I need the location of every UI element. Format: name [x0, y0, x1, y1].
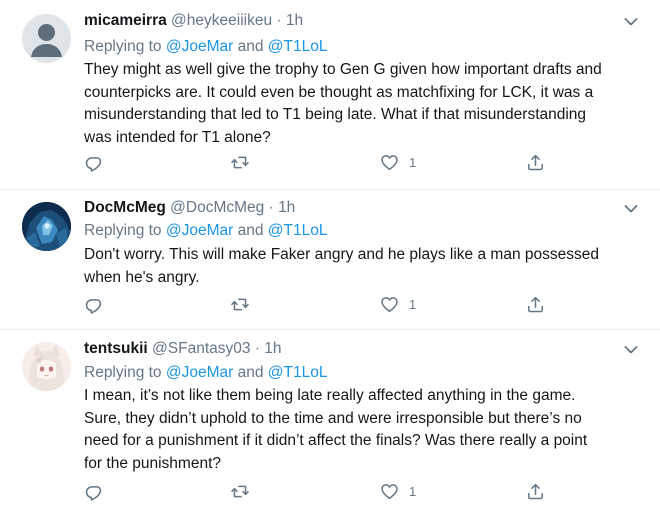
mention-link[interactable]: @JoeMar — [166, 364, 233, 381]
timestamp[interactable]: 1h — [286, 12, 303, 29]
like-button[interactable]: 1 — [380, 153, 416, 172]
tweet-text: They might as well give the trophy to Ge… — [84, 59, 644, 149]
and-text: and — [237, 364, 264, 381]
reply-button[interactable] — [84, 482, 103, 501]
retweet-icon — [230, 153, 250, 172]
timestamp[interactable]: 1h — [264, 340, 281, 357]
separator: · — [254, 340, 260, 357]
and-text: and — [237, 222, 264, 239]
default-avatar-icon — [31, 24, 62, 57]
reply-button[interactable] — [84, 295, 103, 314]
avatar[interactable] — [22, 342, 71, 391]
tweet[interactable]: tentsukii @SFantasy03 · 1h Replying to @… — [0, 330, 660, 519]
tweet-text-line: misunderstanding that led to T1 being la… — [84, 106, 587, 123]
handle[interactable]: @SFantasy03 — [152, 340, 250, 357]
chevron-down-icon[interactable] — [624, 17, 638, 27]
separator: · — [276, 12, 282, 29]
chevron-down-icon[interactable] — [624, 345, 638, 355]
separator: · — [268, 199, 274, 216]
reply-button[interactable] — [84, 153, 103, 172]
mention-link[interactable]: @JoeMar — [166, 222, 233, 239]
tweet-text-line: need for a punishment if it didn’t affec… — [84, 432, 588, 449]
avatar-image — [22, 342, 71, 391]
share-button[interactable] — [526, 482, 545, 501]
like-button[interactable]: 1 — [380, 482, 416, 501]
tweet-text: Don't worry. This will make Faker angry … — [84, 244, 644, 289]
timestamp[interactable]: 1h — [278, 199, 295, 216]
tweet-text-line: was intended for T1 alone? — [84, 128, 271, 146]
handle[interactable]: @DocMcMeg — [170, 199, 264, 216]
share-button[interactable] — [526, 295, 545, 314]
like-count: 1 — [409, 297, 417, 312]
retweet-icon — [230, 482, 250, 501]
heart-icon — [380, 295, 399, 314]
heart-icon — [380, 482, 399, 501]
like-count: 1 — [409, 155, 417, 170]
tweet[interactable]: DocMcMeg @DocMcMeg · 1h Replying to @Joe… — [0, 190, 660, 330]
like-count: 1 — [409, 484, 417, 499]
reply-icon — [84, 482, 103, 501]
mention-link[interactable]: @T1LoL — [268, 222, 328, 239]
tweet-text-line: when he's angry. — [84, 268, 200, 286]
share-icon — [526, 153, 545, 172]
retweet-button[interactable] — [230, 295, 250, 314]
tweet-text: I mean, it’s not like them being late re… — [84, 385, 644, 475]
avatar[interactable] — [22, 14, 71, 63]
display-name[interactable]: DocMcMeg — [84, 199, 166, 216]
chevron-down-icon[interactable] — [624, 204, 638, 214]
reply-icon — [84, 295, 103, 314]
handle[interactable]: @heykeeiiikeu — [171, 12, 272, 29]
mention-link[interactable]: @T1LoL — [268, 364, 328, 381]
share-icon — [526, 295, 545, 314]
replying-to: Replying to @JoeMar and @T1LoL — [84, 222, 327, 240]
retweet-icon — [230, 295, 250, 314]
tweet[interactable]: micameirra @heykeeiiikeu · 1h Replying t… — [0, 0, 660, 190]
retweet-button[interactable] — [230, 153, 250, 172]
replying-to: Replying to @JoeMar and @T1LoL — [84, 38, 327, 56]
tweet-text-line: counterpicks are. It could even be thoug… — [84, 83, 594, 101]
mention-link[interactable]: @T1LoL — [268, 38, 328, 55]
tweet-text-line: They might as well give the trophy to Ge… — [84, 61, 602, 78]
retweet-button[interactable] — [230, 482, 250, 501]
replying-prefix: Replying to — [84, 222, 162, 239]
tweet-header: DocMcMeg @DocMcMeg · 1h — [84, 199, 295, 217]
tweet-text-line: Sure, they didn’t uphold to the time and… — [84, 409, 582, 427]
reply-icon — [84, 153, 103, 172]
tweet-header: micameirra @heykeeiiikeu · 1h — [84, 12, 303, 30]
like-button[interactable]: 1 — [380, 295, 416, 314]
tweet-text-line: Don't worry. This will make Faker angry … — [84, 246, 599, 263]
share-icon — [526, 482, 545, 501]
replying-prefix: Replying to — [84, 38, 162, 55]
display-name[interactable]: micameirra — [84, 12, 167, 29]
display-name[interactable]: tentsukii — [84, 340, 148, 357]
replying-to: Replying to @JoeMar and @T1LoL — [84, 364, 327, 382]
share-button[interactable] — [526, 153, 545, 172]
avatar-image — [22, 202, 71, 251]
heart-icon — [380, 153, 399, 172]
tweet-text-line: for the punishment? — [84, 454, 222, 472]
mention-link[interactable]: @JoeMar — [166, 38, 233, 55]
avatar[interactable] — [22, 202, 71, 251]
tweet-header: tentsukii @SFantasy03 · 1h — [84, 340, 282, 358]
replying-prefix: Replying to — [84, 364, 162, 381]
and-text: and — [237, 38, 264, 55]
tweet-text-line: I mean, it’s not like them being late re… — [84, 387, 576, 404]
